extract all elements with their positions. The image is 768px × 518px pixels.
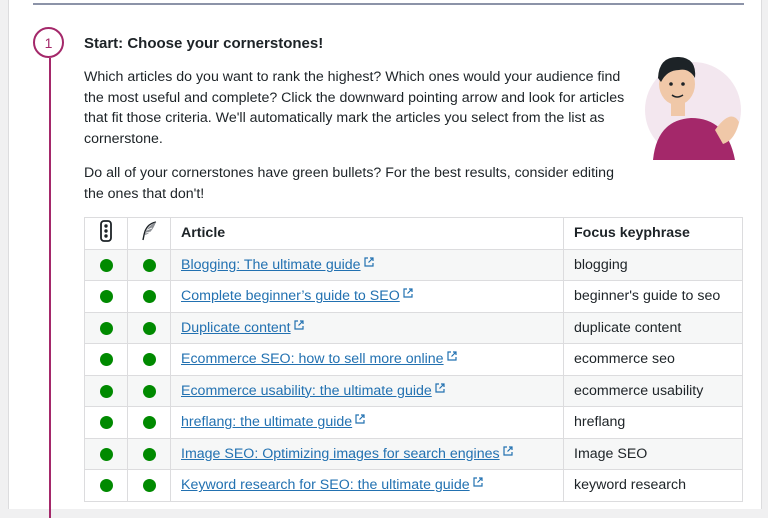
seo-bullet xyxy=(84,311,128,344)
article-cell: Keyword research for SEO: the ultimate g… xyxy=(170,469,564,502)
workout-card: 1 Start: Choose your cornerstones! Which… xyxy=(8,0,762,518)
seo-score-header xyxy=(84,217,128,250)
readability-bullet xyxy=(127,374,171,407)
table-row: Blogging: The ultimate guide blogging xyxy=(84,248,743,281)
keyphrase-column-header: Focus keyphrase xyxy=(563,217,743,250)
green-bullet-icon xyxy=(142,258,156,272)
readability-bullet xyxy=(127,406,171,439)
external-link-icon xyxy=(446,351,457,361)
readability-bullet xyxy=(127,311,171,344)
green-bullet-icon xyxy=(99,353,113,366)
green-bullet-icon xyxy=(99,447,113,461)
readability-bullet xyxy=(127,248,171,281)
article-link[interactable]: Blogging: The ultimate guide xyxy=(181,257,361,273)
article-cell: Duplicate content xyxy=(170,311,564,344)
character-illustration xyxy=(645,56,741,160)
table-row: Duplicate content duplicate content xyxy=(84,311,743,344)
readability-bullet xyxy=(127,280,171,313)
green-bullet-icon xyxy=(99,479,113,492)
green-bullet-icon xyxy=(142,447,156,461)
external-link-icon xyxy=(435,383,445,393)
step-hint: Do all of your cornerstones have green b… xyxy=(84,165,614,202)
keyphrase-cell: duplicate content xyxy=(563,311,743,344)
keyphrase-cell: ecommerce usability xyxy=(563,374,743,407)
external-link-icon xyxy=(473,477,483,487)
keyphrase-cell: beginner's guide to seo xyxy=(563,280,743,313)
article-link[interactable]: hreflang: the ultimate guide xyxy=(181,414,352,430)
green-bullet-icon xyxy=(142,290,156,303)
table-row: Ecommerce usability: the ultimate guide … xyxy=(84,374,743,407)
article-link[interactable]: Ecommerce usability: the ultimate guide xyxy=(181,383,432,399)
green-bullet-icon xyxy=(142,384,156,398)
seo-bullet xyxy=(84,374,128,407)
external-link-icon xyxy=(294,320,304,330)
readability-bullet xyxy=(127,343,171,376)
table-header-row: Article Focus keyphrase xyxy=(84,217,743,250)
step-title: Start: Choose your cornerstones! xyxy=(84,35,324,52)
step-timeline-line xyxy=(49,58,51,518)
article-cell: Ecommerce SEO: how to sell more online xyxy=(170,343,564,376)
feather-icon xyxy=(142,221,157,241)
article-cell: Blogging: The ultimate guide xyxy=(170,248,564,281)
article-link[interactable]: Duplicate content xyxy=(181,320,291,336)
traffic-light-icon xyxy=(100,220,112,243)
divider xyxy=(33,3,744,5)
green-bullet-icon xyxy=(142,479,156,492)
cornerstone-table: Article Focus keyphrase Blogging: The ul… xyxy=(84,217,743,502)
article-cell: Image SEO: Optimizing images for search … xyxy=(170,437,564,470)
article-link[interactable]: Keyword research for SEO: the ultimate g… xyxy=(181,477,470,493)
article-link[interactable]: Ecommerce SEO: how to sell more online xyxy=(181,351,444,367)
article-column-header: Article xyxy=(170,217,564,250)
article-cell: Complete beginner’s guide to SEO xyxy=(170,280,564,313)
readability-score-header xyxy=(127,217,171,250)
green-bullet-icon xyxy=(99,384,113,398)
green-bullet-icon xyxy=(142,416,156,429)
external-link-icon xyxy=(502,446,513,456)
seo-bullet xyxy=(84,469,128,502)
table-row: hreflang: the ultimate guide hreflang xyxy=(84,406,743,439)
green-bullet-icon xyxy=(99,416,113,429)
seo-bullet xyxy=(84,280,128,313)
external-link-icon xyxy=(355,414,365,424)
step-description: Which articles do you want to rank the h… xyxy=(84,69,625,147)
seo-bullet xyxy=(84,437,128,470)
article-cell: Ecommerce usability: the ultimate guide xyxy=(170,374,564,407)
green-bullet-icon xyxy=(142,321,156,335)
green-bullet-icon xyxy=(142,353,156,366)
step-number: 1 xyxy=(33,27,64,58)
green-bullet-icon xyxy=(99,258,113,272)
article-cell: hreflang: the ultimate guide xyxy=(170,406,564,439)
readability-bullet xyxy=(127,437,171,470)
keyphrase-cell: ecommerce seo xyxy=(563,343,743,376)
article-link[interactable]: Complete beginner’s guide to SEO xyxy=(181,288,400,304)
seo-bullet xyxy=(84,248,128,281)
green-bullet-icon xyxy=(99,321,113,335)
readability-bullet xyxy=(127,469,171,502)
external-link-icon xyxy=(363,257,374,267)
table-row: Keyword research for SEO: the ultimate g… xyxy=(84,469,743,502)
keyphrase-cell: hreflang xyxy=(563,406,743,439)
article-link[interactable]: Image SEO: Optimizing images for search … xyxy=(181,446,500,462)
table-row: Ecommerce SEO: how to sell more online e… xyxy=(84,343,743,376)
green-bullet-icon xyxy=(99,290,113,303)
table-row: Image SEO: Optimizing images for search … xyxy=(84,437,743,470)
seo-bullet xyxy=(84,343,128,376)
keyphrase-cell: keyword research xyxy=(563,469,743,502)
table-row: Complete beginner’s guide to SEO beginne… xyxy=(84,280,743,313)
seo-bullet xyxy=(84,406,128,439)
keyphrase-cell: Image SEO xyxy=(563,437,743,470)
external-link-icon xyxy=(403,288,413,298)
keyphrase-cell: blogging xyxy=(563,248,743,281)
